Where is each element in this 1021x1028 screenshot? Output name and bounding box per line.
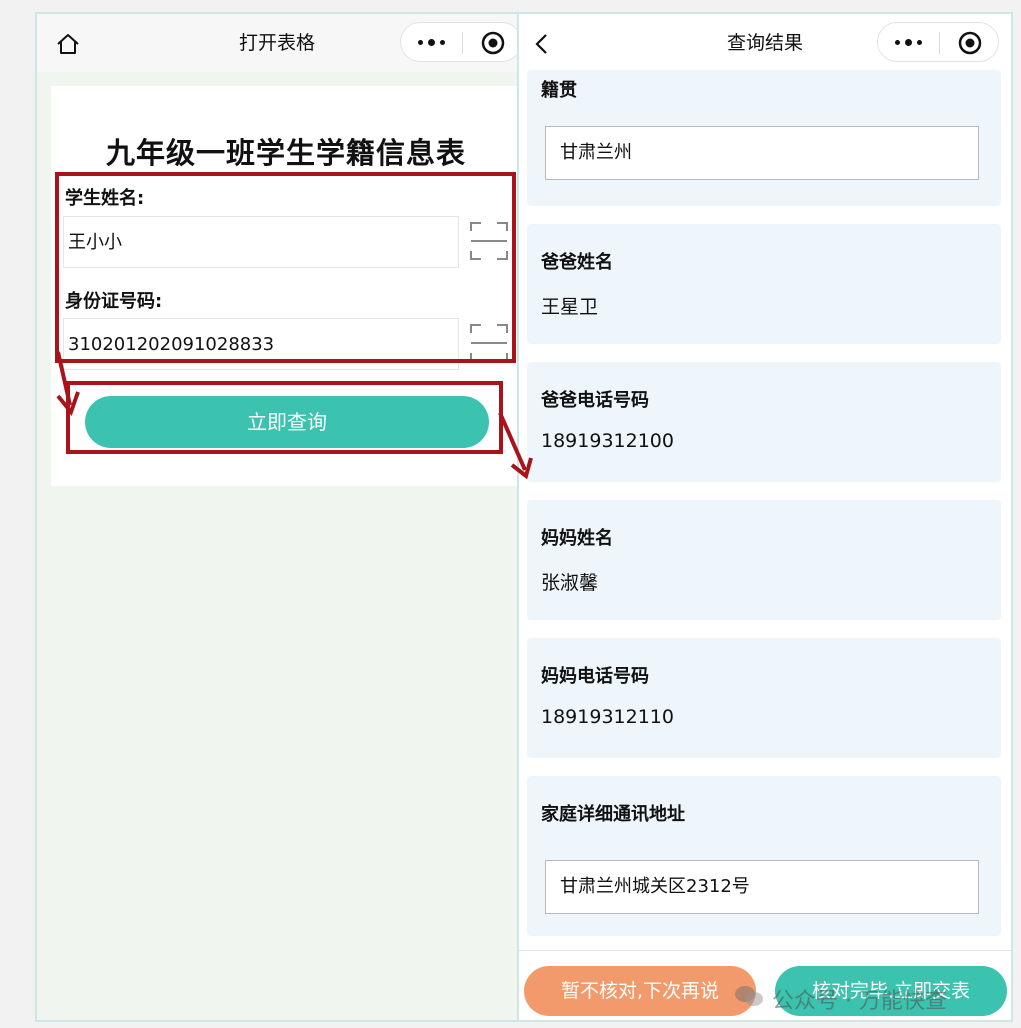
section-label: 妈妈电话号码 (541, 666, 649, 687)
capsule-divider (939, 32, 940, 54)
address-input[interactable]: 甘肃兰州城关区2312号 (545, 860, 979, 914)
scan-icon[interactable] (469, 323, 509, 363)
section-mother-name: 妈妈姓名 张淑馨 (527, 500, 1001, 620)
more-dots-icon[interactable] (892, 30, 924, 54)
section-address: 家庭详细通讯地址 甘肃兰州城关区2312号 (527, 776, 1001, 936)
form-title: 九年级一班学生学籍信息表 (105, 136, 466, 170)
section-father-phone: 爸爸电话号码 18919312100 (527, 362, 1001, 482)
native-place-input[interactable]: 甘肃兰州 (545, 126, 979, 180)
more-dots-icon[interactable] (415, 30, 447, 54)
later-button[interactable]: 暂不核对,下次再说 (524, 966, 756, 1016)
section-value: 王星卫 (541, 296, 599, 318)
section-value: 18919312100 (541, 430, 674, 452)
nav-bar: 打开表格 (37, 14, 517, 72)
section-label: 家庭详细通讯地址 (541, 804, 685, 825)
section-value: 18919312110 (541, 706, 674, 728)
back-chevron-icon[interactable] (527, 29, 557, 59)
id-input[interactable]: 310201202091028833 (63, 318, 459, 370)
watermark-text: 公众号 · 万能快查 (772, 989, 947, 1014)
query-button[interactable]: 立即查询 (85, 396, 489, 448)
capsule-menu (877, 22, 999, 62)
name-input[interactable]: 王小小 (63, 216, 459, 268)
name-label: 学生姓名: (65, 188, 145, 209)
form-card: 九年级一班学生学籍信息表 学生姓名: 王小小 身份证号码: 3102012020… (51, 86, 517, 486)
section-label: 妈妈姓名 (541, 528, 613, 549)
capsule-divider (462, 32, 463, 54)
section-father-name: 爸爸姓名 王星卫 (527, 224, 1001, 344)
id-label: 身份证号码: (65, 291, 163, 312)
target-circle-icon[interactable] (958, 31, 982, 55)
section-value: 张淑馨 (541, 572, 599, 594)
right-phone-screen: 查询结果 籍贯 甘肃兰州 爸爸姓名 王星卫 爸爸电话号码 18919312100… (517, 12, 1013, 1022)
left-phone-screen: 打开表格 九年级一班学生学籍信息表 学生姓名: 王小小 身份证号码: 31020… (35, 12, 519, 1022)
section-label: 籍贯 (541, 80, 577, 101)
scan-icon[interactable] (469, 221, 509, 261)
section-label: 爸爸姓名 (541, 252, 613, 273)
wechat-icon (734, 983, 764, 1015)
target-circle-icon[interactable] (481, 31, 505, 55)
nav-bar: 查询结果 (519, 14, 1011, 72)
capsule-menu (400, 22, 517, 62)
home-icon[interactable] (53, 29, 83, 59)
watermark: 公众号 · 万能快查 (734, 981, 947, 1017)
section-label: 爸爸电话号码 (541, 390, 649, 411)
section-native-place: 籍贯 甘肃兰州 (527, 70, 1001, 206)
section-mother-phone: 妈妈电话号码 18919312110 (527, 638, 1001, 758)
